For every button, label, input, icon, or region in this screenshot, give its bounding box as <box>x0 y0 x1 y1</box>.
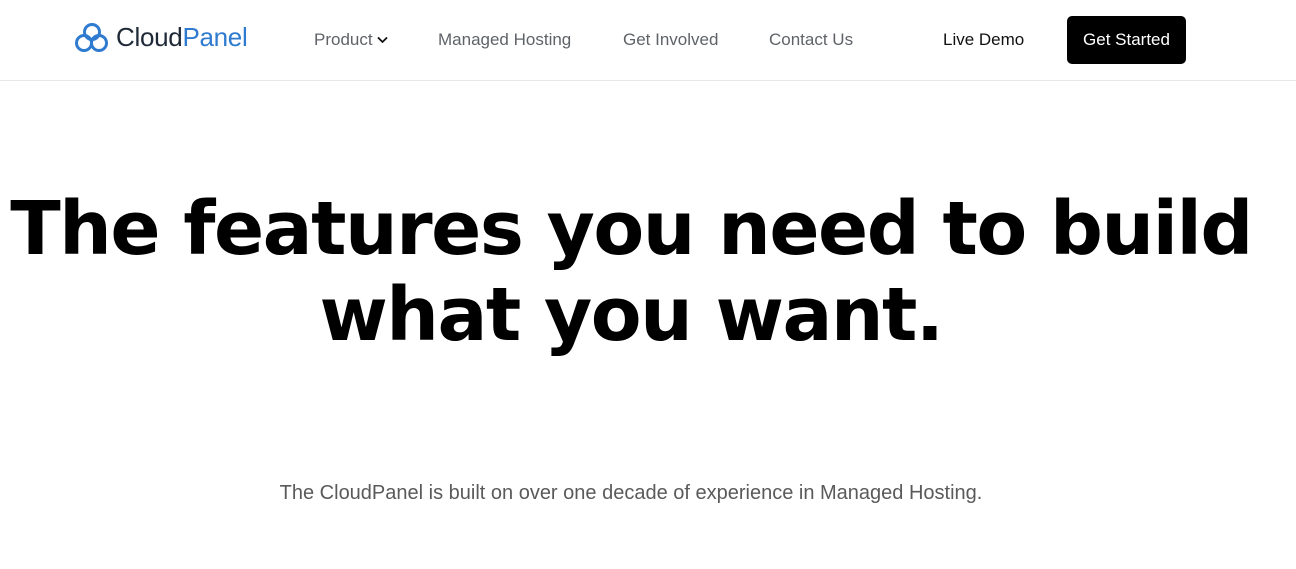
brand-name-part2: Panel <box>182 22 248 52</box>
hero-headline: The features you need to build what you … <box>10 186 1253 358</box>
top-navbar: CloudPanel Product Managed Hosting Get I… <box>0 0 1296 81</box>
cloud-logo-icon <box>75 22 108 52</box>
hero-subheadline: The CloudPanel is built on over one deca… <box>279 482 983 504</box>
nav-product-label: Product <box>314 30 373 49</box>
nav-contact-us[interactable]: Contact Us <box>769 29 853 51</box>
get-started-button[interactable]: Get Started <box>1067 16 1186 64</box>
brand-name-part1: Cloud <box>116 22 183 52</box>
brand-logo[interactable]: CloudPanel <box>75 20 248 54</box>
nav-get-involved[interactable]: Get Involved <box>623 29 718 51</box>
nav-live-demo[interactable]: Live Demo <box>943 29 1024 51</box>
chevron-down-icon <box>377 37 387 43</box>
brand-name: CloudPanel <box>116 22 248 52</box>
nav-product[interactable]: Product <box>314 29 388 51</box>
nav-managed-hosting[interactable]: Managed Hosting <box>438 29 571 51</box>
